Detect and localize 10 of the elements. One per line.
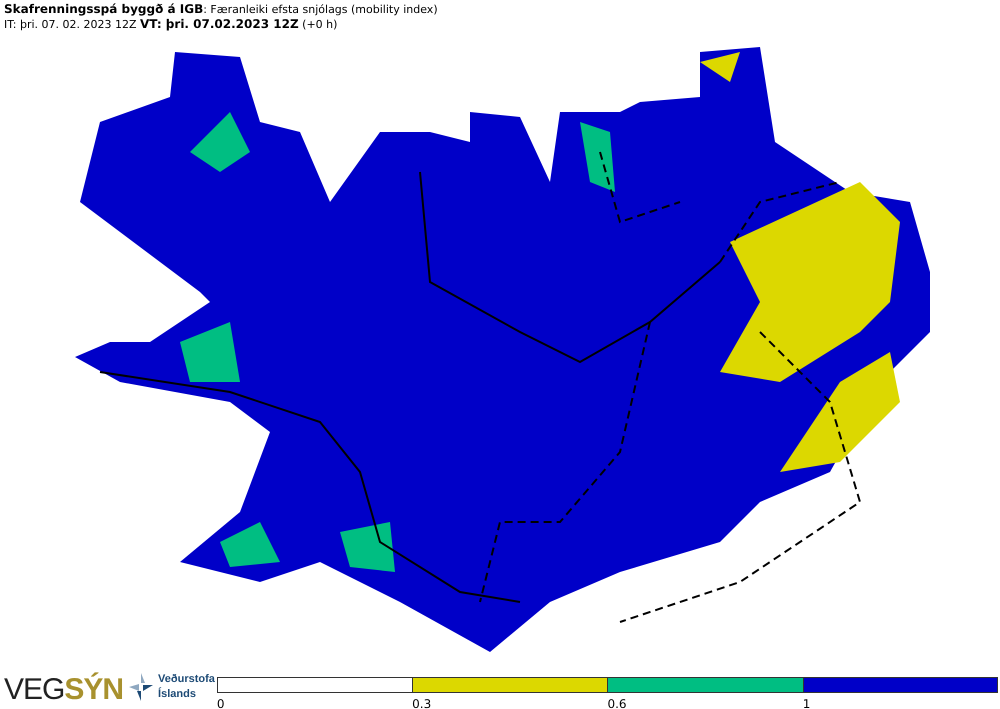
star-logo-icon (127, 671, 156, 703)
legend-label: 1 (802, 697, 810, 709)
legend-label: 0.3 (412, 697, 432, 709)
legend-label: 0.6 (607, 697, 627, 709)
forecast-time: IT: þri. 07. 02. 2023 12Z VT: þri. 07.02.2023 12Z (+0 h) (4, 17, 338, 32)
legend-label: 0 (216, 697, 225, 709)
institute-name: Íslands (158, 687, 197, 702)
institute-name: Veðurstofa (158, 672, 215, 687)
vegsyn-logo: VEGSÝN (4, 673, 124, 707)
map-title: Skafrenningsspá byggð á IGB: Færanleiki efsta snjólags (mobility index) (4, 2, 439, 17)
